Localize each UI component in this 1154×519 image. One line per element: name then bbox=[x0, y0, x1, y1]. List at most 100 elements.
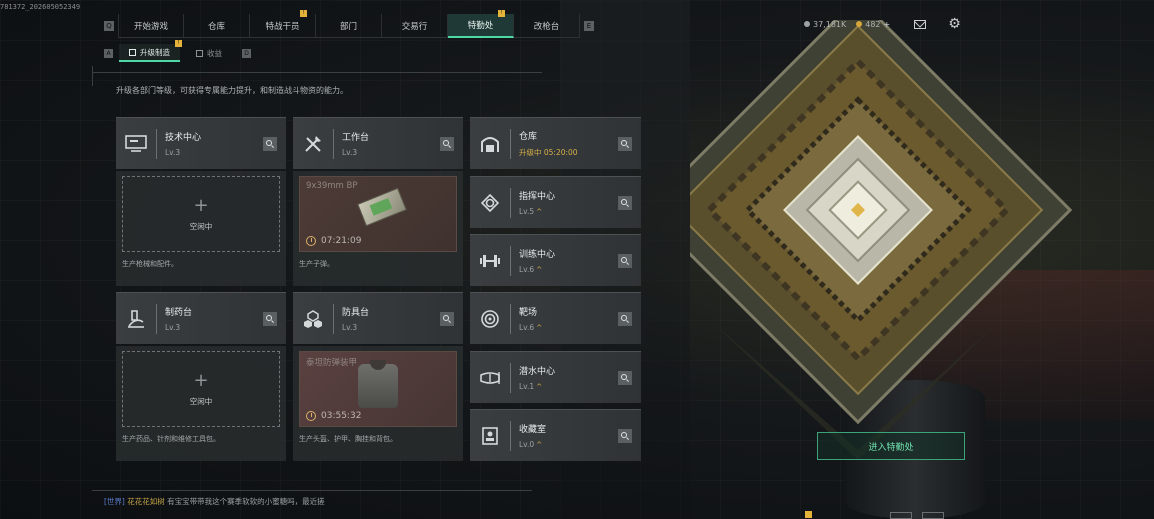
facility-description: 生产头盔、护甲、胸挂和背包。 bbox=[299, 435, 397, 443]
upgrade-icon bbox=[129, 48, 136, 56]
level-up-arrow-icon: ^ bbox=[536, 324, 543, 332]
nav-next-key[interactable]: E bbox=[584, 21, 594, 31]
subtab-upgrade-craft[interactable]: 升级制造 ! bbox=[119, 40, 182, 62]
nav-prev-key[interactable]: Q bbox=[104, 21, 114, 31]
bullseye-icon bbox=[470, 293, 510, 345]
facility-workbench[interactable]: 工作台 Lv.3 bbox=[293, 117, 463, 169]
level-value: Lv.6 bbox=[519, 265, 535, 274]
subtab-income[interactable]: 收益 bbox=[186, 44, 232, 62]
divider bbox=[92, 66, 93, 86]
mail-icon[interactable] bbox=[914, 19, 927, 29]
chat-message[interactable]: [世界] 花花花如树 有宝宝带带我这个赛季软软的小蜜糖吗，最近搓 bbox=[104, 496, 325, 507]
tab-label: 仓库 bbox=[207, 22, 225, 32]
inspect-button[interactable] bbox=[618, 136, 632, 151]
tab-operators[interactable]: 特战干员! bbox=[250, 10, 316, 38]
subnav-next-key[interactable]: D bbox=[242, 48, 251, 58]
facility-name: 训练中心 bbox=[519, 250, 556, 260]
facility-storage[interactable]: 仓库 升级中 05:20:00 bbox=[470, 117, 641, 169]
header-separator bbox=[510, 420, 511, 451]
tab-start-game[interactable]: 开始游戏 bbox=[118, 14, 184, 38]
inspect-button[interactable] bbox=[618, 370, 632, 385]
subnav-prev-key[interactable]: A bbox=[104, 48, 113, 58]
top-right-bar: 37,181K 482 + ⚙ bbox=[804, 12, 961, 36]
tab-warehouse[interactable]: 仓库 bbox=[184, 14, 250, 38]
add-currency-button[interactable]: + bbox=[884, 20, 891, 29]
chat-sender: 花花花如树 bbox=[127, 497, 165, 506]
facility-name: 技术中心 bbox=[165, 133, 202, 143]
inspect-button[interactable] bbox=[618, 195, 632, 210]
production-slot-empty[interactable]: + 空闲中 bbox=[122, 176, 280, 252]
facility-tech-center[interactable]: 技术中心 Lv.3 bbox=[116, 117, 286, 169]
facility-shooting-range[interactable]: 靶场 Lv.6 ^ bbox=[470, 292, 641, 344]
inspect-button[interactable] bbox=[618, 428, 632, 443]
level-up-arrow-icon: ^ bbox=[536, 208, 543, 216]
divider bbox=[92, 490, 532, 491]
header-separator bbox=[510, 362, 511, 393]
search-icon bbox=[621, 431, 627, 438]
facility-name: 指挥中心 bbox=[519, 192, 556, 202]
bottom-slot[interactable] bbox=[890, 512, 912, 519]
inspect-button[interactable] bbox=[618, 253, 632, 268]
dumbbell-icon bbox=[470, 235, 510, 287]
header-separator bbox=[333, 128, 334, 159]
armor-bench-production-panel: 泰坦防弹装甲 03:55:32 生产头盔、护甲、胸挂和背包。 bbox=[293, 346, 463, 461]
enter-special-ops-button[interactable]: 进入特勤处 bbox=[817, 432, 965, 460]
production-slot-active[interactable]: 泰坦防弹装甲 03:55:32 bbox=[299, 351, 457, 427]
header-separator bbox=[156, 128, 157, 159]
facility-level: Lv.0 ^ bbox=[519, 440, 618, 449]
monitor-icon bbox=[116, 118, 156, 170]
facility-armor-bench[interactable]: 防具台 Lv.3 bbox=[293, 292, 463, 344]
add-icon: + bbox=[193, 369, 209, 391]
level-value: Lv.5 bbox=[519, 207, 535, 216]
facility-info: 制药台 Lv.3 bbox=[165, 305, 263, 332]
level-value: Lv.0 bbox=[519, 440, 535, 449]
facility-pharmacy[interactable]: 制药台 Lv.3 bbox=[116, 292, 286, 344]
inspect-button[interactable] bbox=[263, 136, 277, 151]
tab-trading[interactable]: 交易行 bbox=[382, 14, 448, 38]
facility-command-center[interactable]: 指挥中心 Lv.5 ^ bbox=[470, 176, 641, 228]
inspect-button[interactable] bbox=[440, 136, 454, 151]
facility-level: Lv.5 ^ bbox=[519, 207, 618, 216]
header-separator bbox=[510, 245, 511, 276]
facility-diving-center[interactable]: 潜水中心 Lv.1 ^ bbox=[470, 351, 641, 403]
diving-mask-icon bbox=[470, 352, 510, 404]
coin-amount: 37,181K bbox=[813, 19, 847, 29]
tab-gunsmith[interactable]: 改枪台 bbox=[514, 14, 580, 38]
tab-special-ops[interactable]: 特勤处! bbox=[448, 10, 514, 38]
tab-label: 特战干员 bbox=[265, 22, 300, 32]
slot-status: 空闲中 bbox=[189, 221, 213, 231]
production-slot-active[interactable]: 9x39mm BP 07:21:09 bbox=[299, 176, 457, 252]
inspect-button[interactable] bbox=[263, 311, 277, 326]
facility-training-center[interactable]: 训练中心 Lv.6 ^ bbox=[470, 234, 641, 286]
bottom-slot[interactable] bbox=[922, 512, 944, 519]
facility-name: 收藏室 bbox=[519, 425, 547, 435]
level-value: Lv.1 bbox=[519, 382, 535, 391]
armor-vest-image bbox=[358, 360, 398, 408]
chat-channel: [世界] bbox=[104, 497, 125, 506]
tab-department[interactable]: 部门 bbox=[316, 14, 382, 38]
facility-name: 防具台 bbox=[342, 308, 370, 318]
nav-tabs: 开始游戏 仓库 特战干员! 部门 交易行 特勤处! 改枪台 bbox=[118, 10, 580, 38]
level-up-arrow-icon: ^ bbox=[536, 266, 543, 274]
gear-icon[interactable]: ⚙ bbox=[948, 16, 961, 32]
tech-center-production-panel: + 空闲中 生产枪械和配件。 bbox=[116, 171, 286, 286]
inspect-button[interactable] bbox=[440, 311, 454, 326]
production-slot-empty[interactable]: + 空闲中 bbox=[122, 351, 280, 427]
header-separator bbox=[510, 187, 511, 218]
notification-badge: ! bbox=[300, 10, 307, 17]
search-icon bbox=[266, 139, 272, 146]
facility-name: 工作台 bbox=[342, 133, 370, 143]
search-icon bbox=[621, 256, 627, 263]
inspect-button[interactable] bbox=[618, 311, 632, 326]
production-timer: 07:21:09 bbox=[306, 236, 361, 246]
facility-name: 仓库 bbox=[519, 132, 538, 142]
microscope-icon bbox=[116, 293, 156, 345]
sub-navigation: A 升级制造 ! 收益 D bbox=[104, 40, 251, 62]
search-icon bbox=[443, 314, 449, 321]
facility-name: 制药台 bbox=[165, 308, 193, 318]
notification-badge: ! bbox=[498, 10, 505, 17]
facility-collection-room[interactable]: 收藏室 Lv.0 ^ bbox=[470, 409, 641, 461]
facility-name: 潜水中心 bbox=[519, 367, 556, 377]
facility-info: 仓库 升级中 05:20:00 bbox=[519, 129, 618, 158]
pharmacy-production-panel: + 空闲中 生产药品、针剂和维修工具包。 bbox=[116, 346, 286, 461]
